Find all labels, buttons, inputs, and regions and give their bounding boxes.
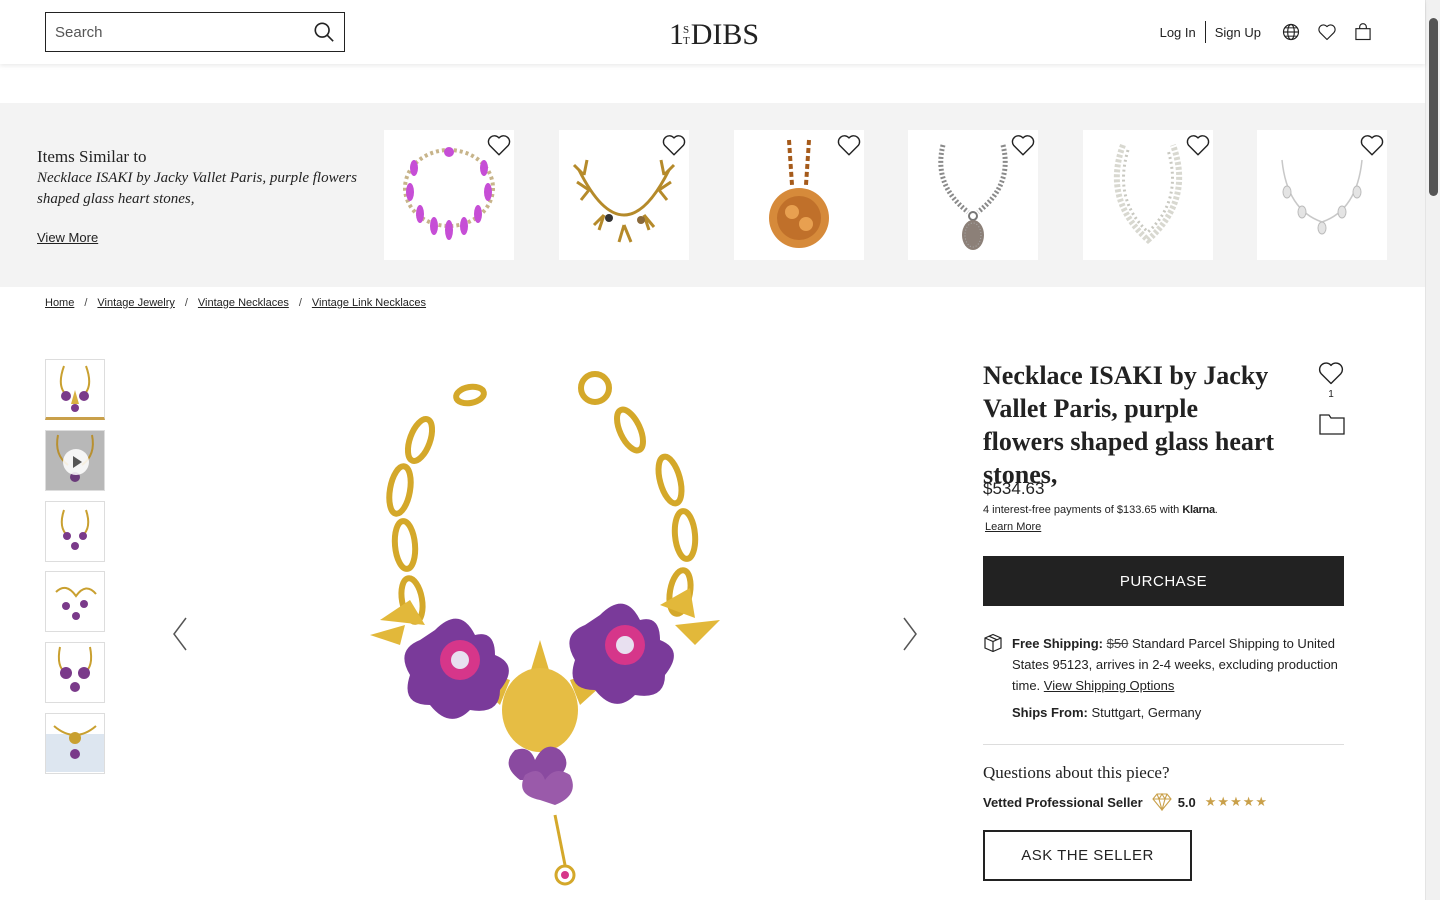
favorite-heart-icon[interactable]: [1185, 132, 1211, 158]
klarna-logo: Klarna: [1182, 504, 1215, 516]
seller-rating-row: Vetted Professional Seller 5.0 ★★★★★: [983, 793, 1268, 811]
section-divider: [983, 744, 1344, 745]
signup-link[interactable]: Sign Up: [1215, 25, 1261, 40]
product-main-image[interactable]: [330, 360, 750, 900]
similar-items-strip: Items Similar to Necklace ISAKI by Jacky…: [0, 103, 1425, 287]
gallery-thumb-video[interactable]: [45, 430, 105, 491]
star-rating-icons: ★★★★★: [1204, 794, 1269, 809]
logo-st: S T: [683, 25, 690, 47]
necklace-thumb-image: [46, 725, 104, 772]
similar-heading: Items Similar to: [37, 147, 147, 166]
next-image-arrow-icon[interactable]: [900, 616, 920, 652]
ships-from-label: Ships From:: [1012, 705, 1088, 720]
search-icon[interactable]: [313, 21, 335, 43]
necklace-thumb-image: [57, 646, 93, 692]
product-title: Necklace ISAKI by Jacky Vallet Paris, pu…: [983, 361, 1275, 489]
similar-item-6[interactable]: [1257, 130, 1387, 260]
search-input[interactable]: [46, 13, 296, 51]
header-actions: Log In Sign Up: [1160, 20, 1373, 44]
ask-the-seller-button[interactable]: ASK THE SELLER: [983, 830, 1192, 881]
logo-dibs: DIBS: [690, 18, 760, 51]
login-link[interactable]: Log In: [1160, 25, 1196, 40]
package-icon: [984, 633, 1002, 653]
gallery-thumb-1[interactable]: [45, 359, 105, 420]
logo-one: 1: [669, 18, 684, 51]
header-divider: [1204, 21, 1206, 43]
bag-icon[interactable]: [1353, 22, 1373, 42]
shipping-info: Free Shipping: $50 Standard Parcel Shipp…: [1012, 633, 1342, 696]
breadcrumb: Home / Vintage Jewelry / Vintage Necklac…: [45, 297, 426, 309]
scrollbar-thumb[interactable]: [1429, 18, 1438, 196]
product-price: $534.63: [983, 479, 1045, 498]
learn-more-link[interactable]: Learn More: [985, 521, 1041, 533]
page-scrollbar[interactable]: [1425, 0, 1440, 900]
breadcrumb-vintage-link-necklaces[interactable]: Vintage Link Necklaces: [312, 297, 426, 309]
breadcrumb-separator: /: [184, 297, 188, 309]
shipping-original-price: $50: [1106, 636, 1129, 651]
heart-icon[interactable]: [1317, 22, 1337, 42]
klarna-financing-text: 4 interest-free payments of $133.65 with…: [983, 504, 1218, 516]
diamond-icon: [1151, 793, 1172, 811]
necklace-thumb-image: [55, 586, 97, 620]
gallery-thumb-4[interactable]: [45, 571, 105, 632]
similar-item-4[interactable]: [908, 130, 1038, 260]
gallery-thumb-5[interactable]: [45, 642, 105, 703]
questions-heading: Questions about this piece?: [983, 763, 1170, 782]
seller-rating: 5.0: [1177, 794, 1196, 810]
view-shipping-options-link[interactable]: View Shipping Options: [1044, 678, 1175, 693]
similar-item-1[interactable]: [384, 130, 514, 260]
previous-image-arrow-icon[interactable]: [170, 616, 190, 652]
favorite-heart-icon[interactable]: [1359, 132, 1385, 158]
breadcrumb-separator: /: [84, 297, 88, 309]
favorite-heart-icon[interactable]: [1010, 132, 1036, 158]
globe-icon[interactable]: [1281, 22, 1301, 42]
shipping-label: Free Shipping:: [1012, 636, 1103, 651]
klarna-prefix: 4 interest-free payments of $133.65 with: [983, 504, 1183, 516]
gallery-thumb-3[interactable]: [45, 501, 105, 562]
search-bar[interactable]: [45, 12, 345, 52]
necklace-thumb-image: [60, 509, 90, 550]
breadcrumb-vintage-jewelry[interactable]: Vintage Jewelry: [97, 297, 174, 309]
favorite-heart-icon[interactable]: [661, 132, 687, 158]
similar-item-3[interactable]: [734, 130, 864, 260]
breadcrumb-separator: /: [298, 297, 302, 309]
gallery-thumb-6[interactable]: [45, 713, 105, 774]
breadcrumb-home[interactable]: Home: [45, 297, 74, 309]
similar-item-2[interactable]: [559, 130, 689, 260]
necklace-thumb-image: [59, 365, 91, 412]
site-header: 1 S T DIBS Log In Sign Up: [0, 0, 1425, 64]
play-icon[interactable]: [63, 449, 89, 475]
logo-t: T: [683, 35, 690, 47]
favorite-controls: 1: [1317, 359, 1345, 435]
favorite-count: 1: [1328, 389, 1334, 400]
ships-from: Ships From: Stuttgart, Germany: [1012, 705, 1201, 720]
site-logo[interactable]: 1 S T DIBS: [669, 14, 759, 50]
favorite-heart-icon[interactable]: [836, 132, 862, 158]
ships-from-value: Stuttgart, Germany: [1087, 705, 1202, 720]
similar-item-5[interactable]: [1083, 130, 1213, 260]
klarna-suffix: .: [1214, 504, 1218, 516]
folder-icon[interactable]: [1318, 412, 1346, 436]
breadcrumb-vintage-necklaces[interactable]: Vintage Necklaces: [198, 297, 289, 309]
purchase-button[interactable]: PURCHASE: [983, 556, 1344, 606]
favorite-heart-icon[interactable]: [1317, 359, 1345, 387]
vetted-seller-label: Vetted Professional Seller: [983, 794, 1143, 810]
favorite-heart-icon[interactable]: [486, 132, 512, 158]
view-more-link[interactable]: View More: [37, 230, 98, 245]
similar-subheading: Necklace ISAKI by Jacky Vallet Paris, pu…: [37, 170, 357, 207]
